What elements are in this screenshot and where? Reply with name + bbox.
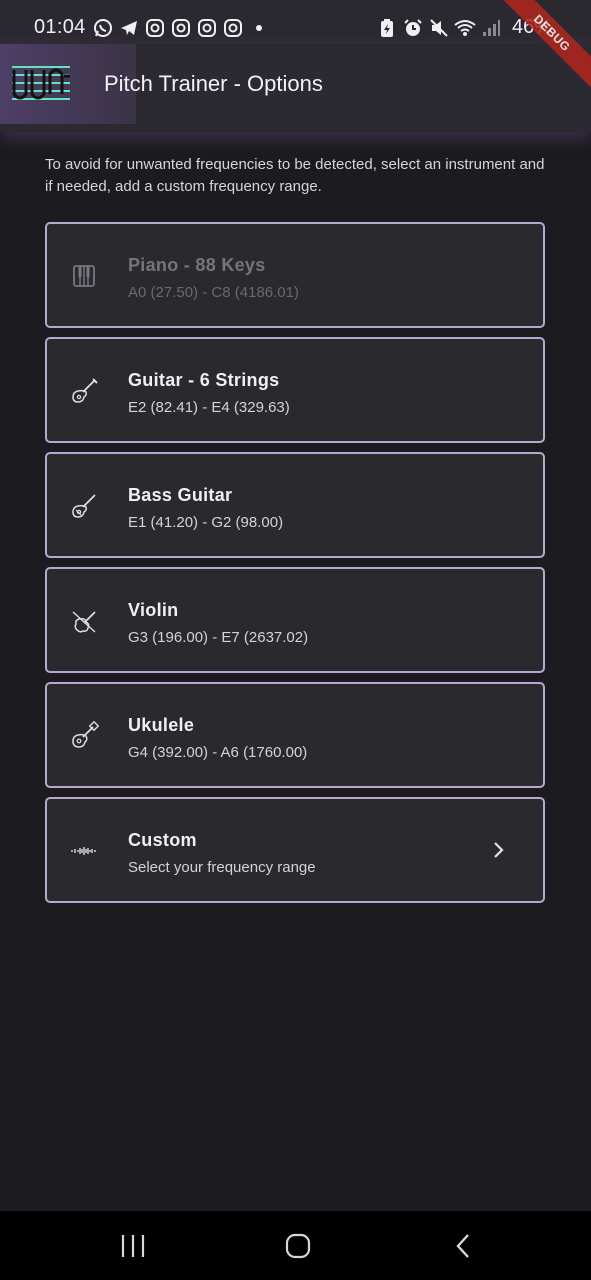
- battery-saver-icon: [376, 17, 398, 39]
- card-title: Guitar - 6 Strings: [128, 370, 280, 390]
- guitar-icon: [69, 376, 99, 406]
- instrument-card-ukulele[interactable]: Ukulele G4 (392.00) - A6 (1760.00): [45, 682, 545, 788]
- card-title: Violin: [128, 600, 179, 620]
- telegram-icon: [118, 17, 140, 39]
- piano-icon: [69, 261, 99, 291]
- instrument-card-piano[interactable]: Piano - 88 Keys A0 (27.50) - C8 (4186.01…: [45, 222, 545, 328]
- card-title: Custom: [128, 830, 197, 850]
- instrument-card-violin[interactable]: Violin G3 (196.00) - E7 (2637.02): [45, 567, 545, 673]
- whatsapp-icon: [92, 17, 114, 39]
- card-range: Select your frequency range: [128, 859, 316, 876]
- instrument-card-custom[interactable]: Custom Select your frequency range: [45, 797, 545, 903]
- system-nav-bar: [0, 1211, 591, 1280]
- mute-icon: [428, 17, 450, 39]
- instagram-icon: [196, 17, 218, 39]
- instagram-icon: [170, 17, 192, 39]
- violin-icon: [69, 606, 99, 636]
- card-range: G4 (392.00) - A6 (1760.00): [128, 744, 308, 761]
- card-title: Bass Guitar: [128, 485, 233, 505]
- notification-icons: [92, 17, 270, 39]
- status-time: 01:04: [34, 16, 86, 38]
- chevron-right-icon: [489, 839, 509, 861]
- alarm-icon: [402, 17, 424, 39]
- recent-apps-icon[interactable]: [118, 1233, 148, 1259]
- card-title: Piano - 88 Keys: [128, 255, 266, 275]
- back-icon[interactable]: [449, 1233, 479, 1259]
- signal-icon: [480, 17, 502, 39]
- dot-icon: [248, 17, 270, 39]
- card-title: Ukulele: [128, 715, 195, 735]
- intro-text: To avoid for unwanted frequencies to be …: [45, 156, 545, 195]
- waveform-logo-icon: [10, 60, 72, 111]
- card-range: E1 (41.20) - G2 (98.00): [128, 514, 284, 531]
- instagram-icon: [144, 17, 166, 39]
- frequency-range-icon: [69, 836, 99, 866]
- card-range: G3 (196.00) - E7 (2637.02): [128, 629, 309, 646]
- card-range: E2 (82.41) - E4 (329.63): [128, 399, 290, 416]
- card-range: A0 (27.50) - C8 (4186.01): [128, 284, 299, 301]
- wifi-icon: [454, 17, 476, 39]
- instrument-card-guitar[interactable]: Guitar - 6 Strings E2 (82.41) - E4 (329.…: [45, 337, 545, 443]
- ukulele-icon: [69, 720, 100, 751]
- page-title: Pitch Trainer - Options: [104, 71, 323, 96]
- instrument-card-bass-guitar[interactable]: Bass Guitar E1 (41.20) - G2 (98.00): [45, 452, 545, 558]
- home-icon[interactable]: [283, 1233, 313, 1259]
- instagram-icon: [222, 17, 244, 39]
- bass-guitar-icon: [69, 491, 99, 521]
- app-bar: Pitch Trainer - Options: [0, 44, 591, 132]
